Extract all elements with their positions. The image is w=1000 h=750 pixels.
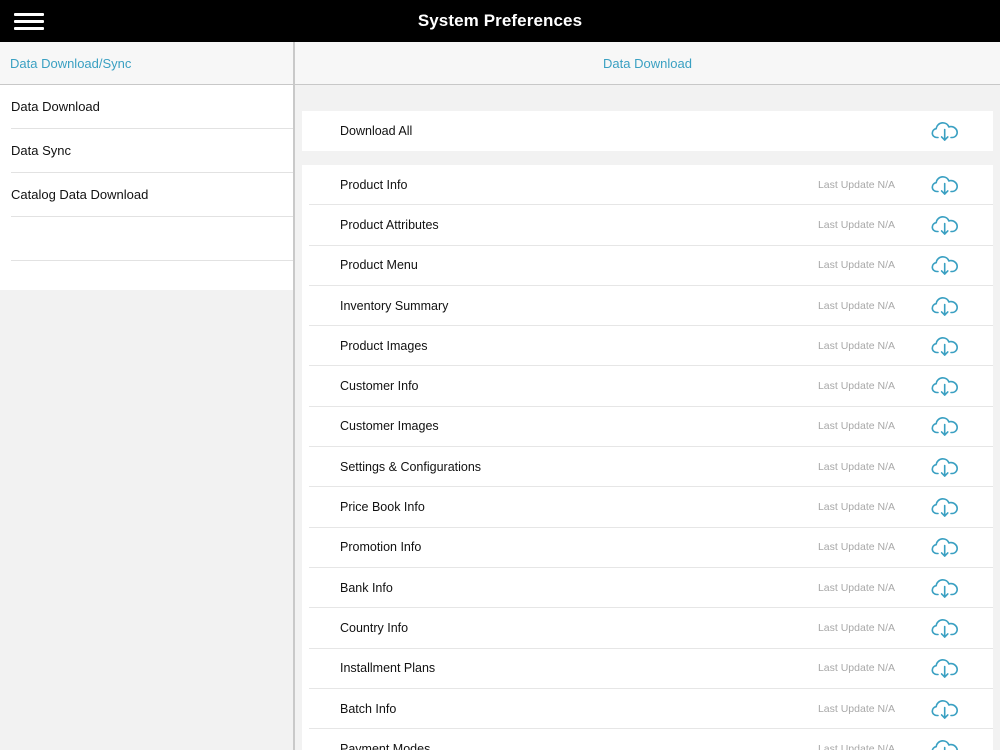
top-navigation-bar: System Preferences	[0, 0, 1000, 42]
download-row-label: Price Book Info	[340, 500, 425, 515]
download-row-label: Installment Plans	[340, 661, 436, 676]
last-update-text: Last Update N/A	[817, 178, 895, 191]
last-update-text: Last Update N/A	[817, 380, 895, 393]
cloud-download-icon[interactable]	[931, 738, 959, 750]
download-row-label: Settings & Configurations	[340, 459, 482, 474]
cloud-download-icon[interactable]	[931, 174, 959, 196]
download-row[interactable]: Customer Images Last Update N/A	[309, 407, 993, 448]
cloud-download-icon[interactable]	[931, 536, 959, 558]
last-update-text: Last Update N/A	[817, 218, 895, 231]
last-update-text: Last Update N/A	[817, 501, 895, 514]
sidebar-list-footer	[0, 261, 293, 290]
download-row[interactable]: Settings & Configurations Last Update N/A	[309, 447, 993, 488]
download-row[interactable]: Product Menu Last Update N/A	[309, 246, 993, 286]
download-row-label: Customer Images	[340, 419, 439, 434]
last-update-text: Last Update N/A	[817, 420, 895, 433]
download-row-label: Product Menu	[340, 258, 418, 273]
download-row[interactable]: Installment Plans Last Update N/A	[309, 649, 993, 689]
last-update-text: Last Update N/A	[817, 541, 895, 554]
download-row-label: Bank Info	[340, 580, 393, 595]
sidebar-item-catalog-data-download[interactable]: Catalog Data Download	[11, 173, 293, 217]
download-all-row[interactable]: Download All	[309, 111, 993, 151]
cloud-download-icon[interactable]	[931, 254, 959, 276]
download-row[interactable]: Promotion Info Last Update N/A	[309, 528, 993, 568]
last-update-text: Last Update N/A	[817, 581, 895, 594]
download-row[interactable]: Bank Info Last Update N/A	[309, 568, 993, 609]
download-row-label: Country Info	[340, 620, 409, 635]
last-update-text: Last Update N/A	[817, 702, 895, 715]
download-list: Product Info Last Update N/A Product Attri…	[302, 165, 993, 750]
last-update-text: Last Update N/A	[817, 742, 895, 750]
cloud-download-icon[interactable]	[931, 295, 959, 317]
last-update-text: Last Update N/A	[817, 339, 895, 352]
main-header: Data Download	[295, 42, 1000, 85]
cloud-download-icon[interactable]	[931, 577, 959, 599]
last-update-text: Last Update N/A	[817, 259, 895, 272]
cloud-download-icon[interactable]	[931, 456, 959, 478]
last-update-text: Last Update N/A	[817, 460, 895, 473]
cloud-download-icon[interactable]	[931, 657, 959, 679]
sidebar-item-data-download[interactable]: Data Download	[11, 85, 293, 129]
download-row-label: Batch Info	[340, 701, 397, 716]
download-row-label: Product Attributes	[340, 217, 439, 232]
download-row-label: Payment Modes	[340, 741, 431, 750]
cloud-download-icon[interactable]	[931, 617, 959, 639]
download-row[interactable]: Customer Info Last Update N/A	[309, 366, 993, 407]
cloud-download-icon[interactable]	[931, 375, 959, 397]
download-row-label: Promotion Info	[340, 540, 422, 555]
cloud-download-icon[interactable]	[931, 120, 959, 142]
download-row[interactable]: Country Info Last Update N/A	[309, 608, 993, 649]
sidebar-item-data-sync[interactable]: Data Sync	[11, 129, 293, 173]
cloud-download-icon[interactable]	[931, 496, 959, 518]
sidebar: Data Download/Sync Data Download Data Sy…	[0, 42, 293, 750]
download-row-label: Customer Info	[340, 379, 419, 394]
download-all-card: Download All	[302, 111, 993, 151]
cloud-download-icon[interactable]	[931, 698, 959, 720]
cloud-download-icon[interactable]	[931, 335, 959, 357]
download-row[interactable]: Batch Info Last Update N/A	[309, 689, 993, 730]
download-row[interactable]: Price Book Info Last Update N/A	[309, 487, 993, 528]
download-row[interactable]: Payment Modes Last Update N/A	[309, 729, 993, 750]
cloud-download-icon[interactable]	[931, 415, 959, 437]
download-row-label: Product Info	[340, 177, 408, 192]
cloud-download-icon[interactable]	[931, 214, 959, 236]
main-panel: Data Download Download All Product Info L…	[295, 42, 1000, 750]
download-row-label: Inventory Summary	[340, 298, 449, 313]
download-row[interactable]: Inventory Summary Last Update N/A	[309, 286, 993, 327]
sidebar-list: Data Download Data Sync Catalog Data Dow…	[0, 85, 293, 261]
download-row-label: Product Images	[340, 338, 428, 353]
download-row[interactable]: Product Info Last Update N/A	[309, 165, 993, 206]
sidebar-header: Data Download/Sync	[0, 42, 293, 85]
download-row[interactable]: Product Attributes Last Update N/A	[309, 205, 993, 246]
last-update-text: Last Update N/A	[817, 299, 895, 312]
download-row[interactable]: Product Images Last Update N/A	[309, 326, 993, 367]
page-title: System Preferences	[417, 11, 583, 30]
sidebar-item-empty	[11, 217, 293, 261]
download-all-label: Download All	[340, 124, 413, 138]
last-update-text: Last Update N/A	[817, 621, 895, 634]
last-update-text: Last Update N/A	[817, 662, 895, 675]
